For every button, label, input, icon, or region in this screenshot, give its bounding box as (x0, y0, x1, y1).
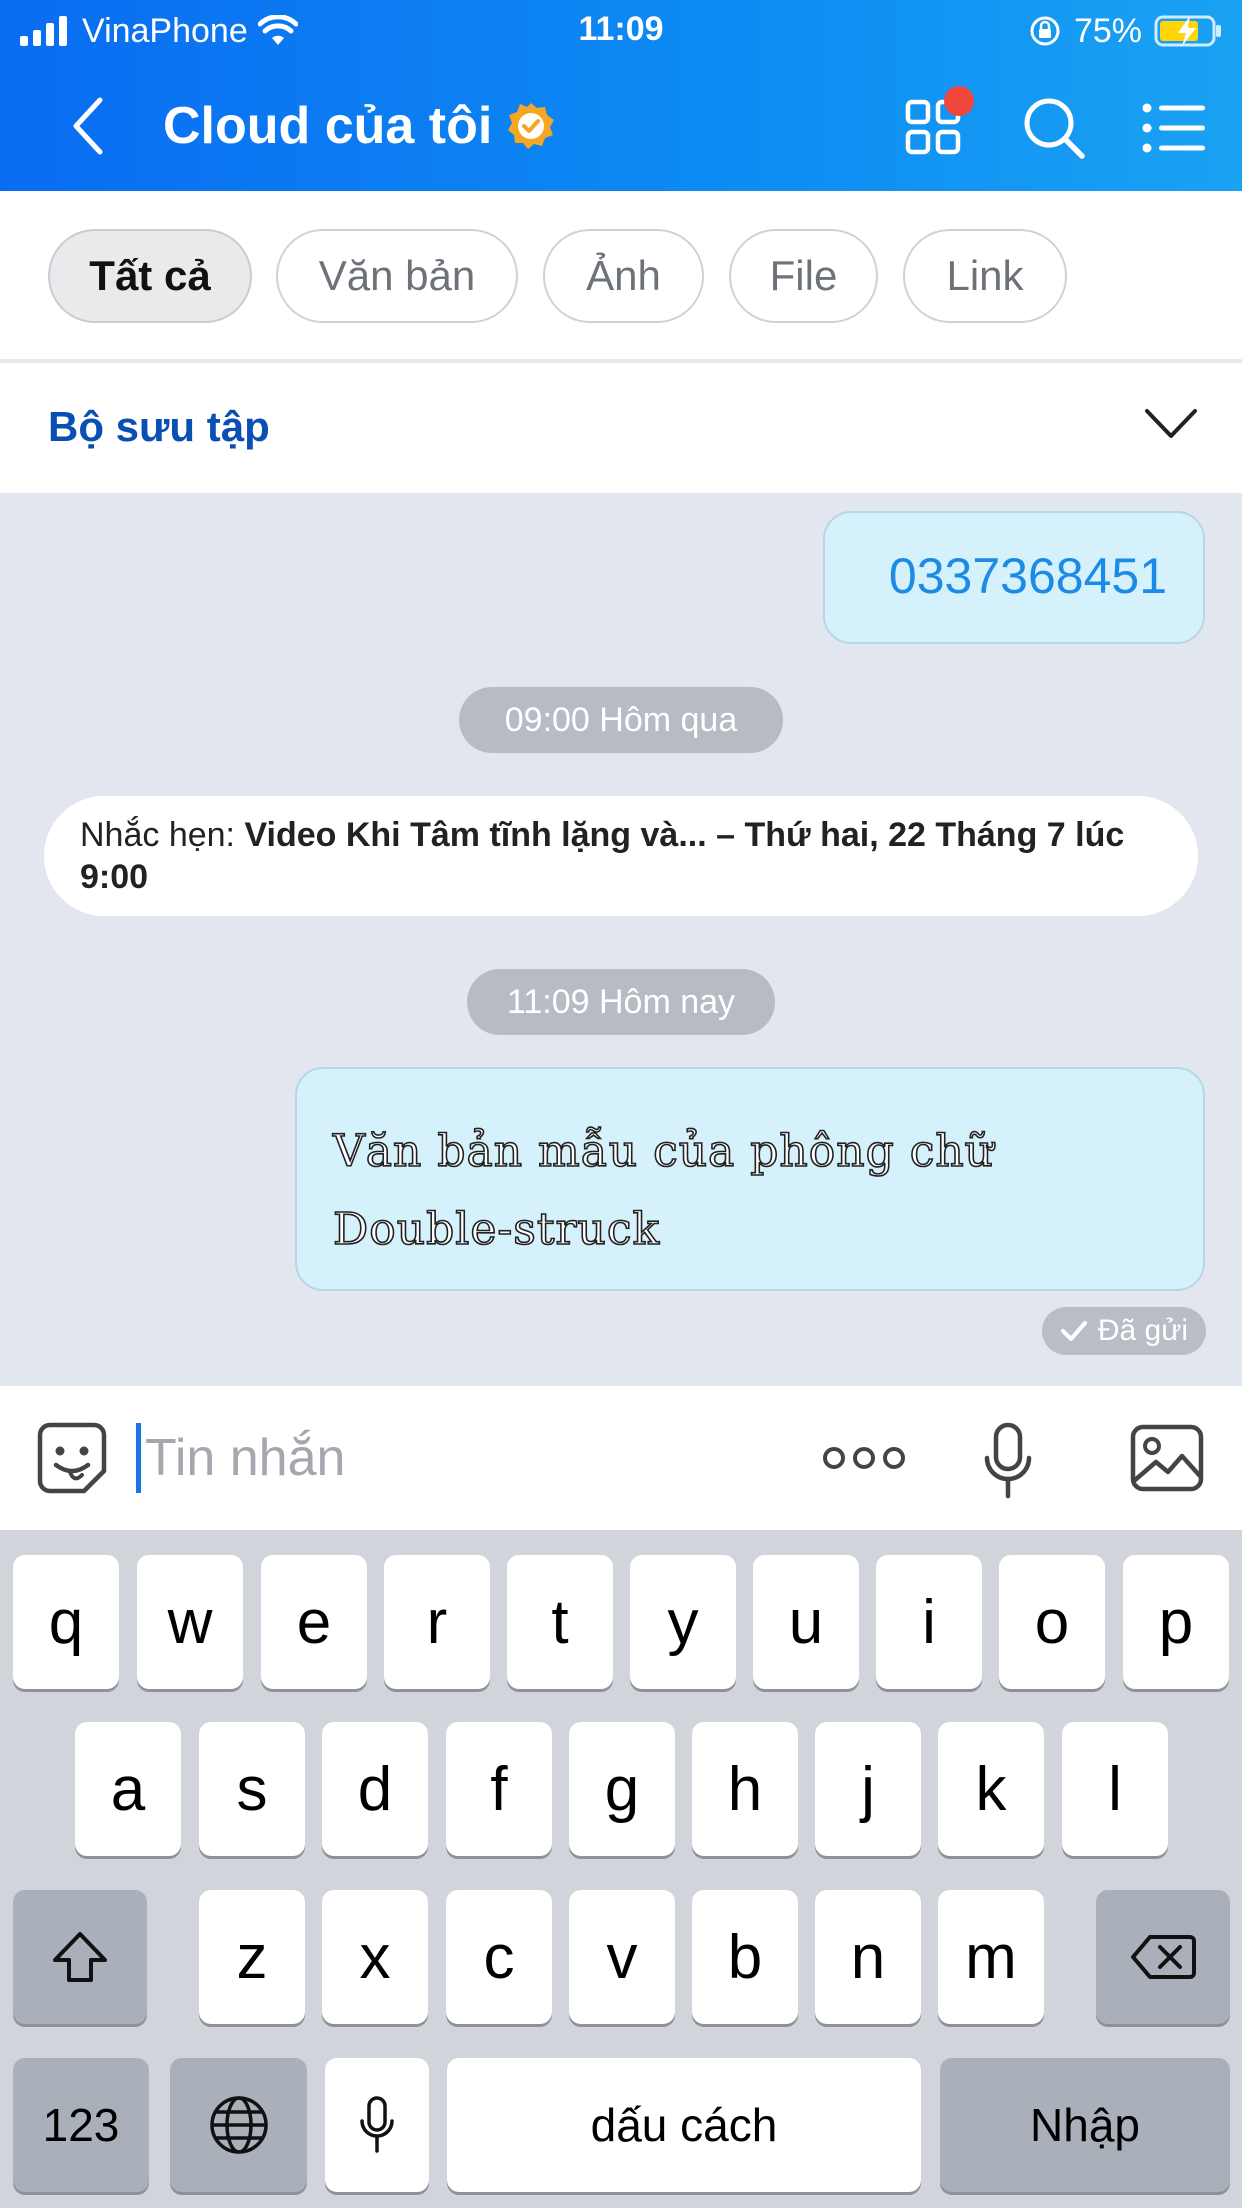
reminder-card[interactable]: Nhắc hẹn: Video Khi Tâm tĩnh lặng và... … (44, 796, 1198, 916)
battery-charging-icon (1154, 15, 1221, 47)
key-u[interactable]: u (753, 1555, 859, 1689)
key-h[interactable]: h (692, 1722, 798, 1856)
collection-row[interactable]: Bộ sưu tập (0, 363, 1242, 493)
search-icon (1024, 98, 1085, 159)
message-composer: Tin nhắn (0, 1386, 1242, 1530)
filter-chip-link[interactable]: Link (903, 229, 1067, 323)
menu-button[interactable] (1140, 94, 1208, 162)
message-bubble-text[interactable]: Văn bản mẫu của phông chữ Double-struck (295, 1067, 1205, 1291)
collection-label: Bộ sưu tập (48, 403, 270, 450)
time-separator-today: 11:09 Hôm nay (467, 969, 775, 1035)
backspace-icon (1131, 1935, 1196, 1979)
shift-icon (53, 1932, 107, 1982)
message-bubble-phone[interactable]: 0337368451 (823, 511, 1205, 644)
time-separator-yesterday: 09:00 Hôm qua (459, 687, 783, 753)
keyboard: q w e r t y u i o p a s d f g h j k l z … (0, 1530, 1242, 2208)
sent-status-badge: Đã gửi (1041, 1307, 1206, 1355)
key-z[interactable]: z (199, 1890, 305, 2024)
dictation-key[interactable] (325, 2058, 429, 2192)
image-picker-icon[interactable] (1130, 1424, 1204, 1492)
phone-number-link[interactable]: 0337368451 (889, 547, 1167, 605)
search-button[interactable] (1020, 94, 1088, 162)
backspace-key[interactable] (1096, 1890, 1230, 2024)
key-l[interactable]: l (1062, 1722, 1168, 1856)
message-text: Văn bản mẫu của phông chữ Double-struck (332, 1125, 995, 1256)
key-b[interactable]: b (692, 1890, 798, 2024)
key-i[interactable]: i (876, 1555, 982, 1689)
key-n[interactable]: n (815, 1890, 921, 2024)
key-w[interactable]: w (137, 1555, 243, 1689)
key-d[interactable]: d (322, 1722, 428, 1856)
key-q[interactable]: q (13, 1555, 119, 1689)
key-c[interactable]: c (446, 1890, 552, 2024)
space-key[interactable]: dấu cách (447, 2058, 921, 2192)
key-y[interactable]: y (630, 1555, 736, 1689)
text-caret (136, 1423, 141, 1493)
globe-icon (209, 2096, 268, 2154)
key-m[interactable]: m (938, 1890, 1044, 2024)
key-v[interactable]: v (569, 1890, 675, 2024)
key-x[interactable]: x (322, 1890, 428, 2024)
menu-list-icon (1142, 103, 1205, 153)
filter-chip-text[interactable]: Văn bản (276, 229, 518, 323)
numbers-key[interactable]: 123 (13, 2058, 149, 2192)
status-right: 75% (1028, 10, 1224, 52)
verified-badge-icon (508, 103, 555, 149)
microphone-key-icon (360, 2096, 394, 2153)
microphone-icon[interactable] (982, 1422, 1034, 1500)
more-options-icon[interactable] (822, 1444, 906, 1472)
key-g[interactable]: g (569, 1722, 675, 1856)
page-title: Cloud của tôi (163, 97, 493, 155)
filter-chip-file[interactable]: File (729, 229, 878, 323)
top-bar: VinaPhone 11:09 75% Cloud của tôi (0, 0, 1242, 191)
sent-status-text: Đã gửi (1097, 1314, 1188, 1347)
rotation-lock-icon (1030, 16, 1060, 46)
chat-area[interactable]: 0337368451 09:00 Hôm qua Nhắc hẹn: Video… (0, 493, 1242, 1386)
key-t[interactable]: t (507, 1555, 613, 1689)
status-bar: VinaPhone 11:09 75% (0, 0, 1242, 62)
grid-button[interactable] (900, 86, 974, 162)
notification-dot (944, 86, 974, 116)
check-icon (1060, 1321, 1087, 1341)
filter-chip-all[interactable]: Tất cả (48, 229, 252, 323)
chevron-down-icon (1145, 409, 1197, 438)
filter-chip-image[interactable]: Ảnh (543, 229, 704, 323)
return-key[interactable]: Nhập (940, 2058, 1230, 2192)
key-k[interactable]: k (938, 1722, 1044, 1856)
reminder-prefix: Nhắc hẹn: (80, 816, 245, 854)
battery-percent: 75% (1073, 11, 1142, 50)
key-f[interactable]: f (446, 1722, 552, 1856)
globe-key[interactable] (170, 2058, 307, 2192)
key-j[interactable]: j (815, 1722, 921, 1856)
page-title-group[interactable]: Cloud của tôi (163, 96, 556, 156)
key-e[interactable]: e (261, 1555, 367, 1689)
navigation-bar: Cloud của tôi (0, 62, 1242, 191)
key-a[interactable]: a (75, 1722, 181, 1856)
key-o[interactable]: o (999, 1555, 1105, 1689)
key-s[interactable]: s (199, 1722, 305, 1856)
message-input[interactable]: Tin nhắn (136, 1422, 345, 1494)
nav-actions (900, 86, 1208, 162)
shift-key[interactable] (13, 1890, 147, 2024)
filter-bar: Tất cả Văn bản Ảnh File Link (0, 191, 1242, 361)
back-icon (73, 97, 103, 155)
back-button[interactable] (58, 90, 118, 162)
key-r[interactable]: r (384, 1555, 490, 1689)
message-input-placeholder: Tin nhắn (145, 1429, 346, 1487)
sticker-icon[interactable] (36, 1421, 108, 1495)
key-p[interactable]: p (1123, 1555, 1229, 1689)
